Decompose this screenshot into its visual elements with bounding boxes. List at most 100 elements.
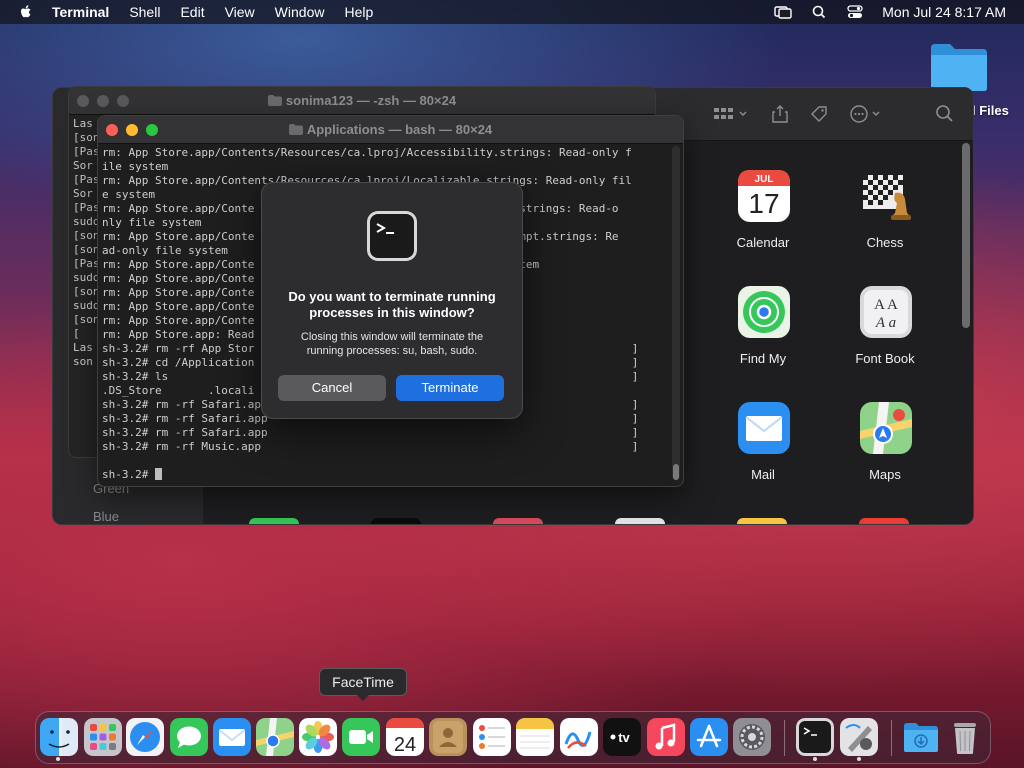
- window-title: Applications — bash — 80×24: [98, 122, 683, 137]
- terminal-line: ile system: [102, 160, 169, 173]
- desktop-folder-label[interactable]: l Files: [972, 103, 1009, 118]
- svg-text:A a: A a: [875, 315, 896, 331]
- window-title: sonima123 — -zsh — 80×24: [69, 93, 655, 108]
- music-dock-icon[interactable]: [647, 718, 685, 756]
- maps-app-icon[interactable]: [859, 401, 913, 455]
- terminal-scrollbar-track[interactable]: [672, 146, 680, 480]
- notes-dock-icon[interactable]: [516, 718, 554, 756]
- cancel-button[interactable]: Cancel: [278, 375, 386, 401]
- terminal-titlebar[interactable]: sonima123 — -zsh — 80×24: [69, 87, 655, 115]
- partial-app-icon[interactable]: [615, 518, 665, 524]
- launchpad-dock-icon[interactable]: [84, 718, 122, 756]
- terminal-cursor: [154, 468, 162, 480]
- terminal-line: [son: [73, 229, 100, 242]
- more-actions-icon[interactable]: [849, 104, 885, 124]
- downloads-folder-dock-icon[interactable]: [902, 718, 940, 756]
- menu-edit[interactable]: Edit: [180, 4, 204, 20]
- chess-app-icon[interactable]: [859, 169, 913, 223]
- app-label-find-my[interactable]: Find My: [703, 351, 823, 366]
- contacts-dock-icon[interactable]: [429, 718, 467, 756]
- terminal-line: [son: [73, 243, 100, 256]
- terminal-line: [Pas: [73, 145, 100, 158]
- messages-dock-icon[interactable]: [170, 718, 208, 756]
- dock-separator: [891, 720, 892, 756]
- calendar-app-icon[interactable]: JUL 17: [737, 169, 791, 223]
- search-icon[interactable]: [935, 104, 955, 124]
- terminal-line: sudo: [73, 215, 100, 228]
- mail-dock-icon[interactable]: [213, 718, 251, 756]
- safari-dock-icon[interactable]: [126, 718, 164, 756]
- partial-app-icon[interactable]: [493, 518, 543, 524]
- system-settings-dock-icon[interactable]: [733, 718, 771, 756]
- tag-icon[interactable]: [809, 104, 829, 124]
- app-store-dock-icon[interactable]: [690, 718, 728, 756]
- partial-app-icon[interactable]: [737, 518, 787, 524]
- dock: 24 tv: [35, 711, 991, 764]
- font-book-app-icon[interactable]: A A A a: [859, 285, 913, 339]
- calendar-dock-icon[interactable]: 24: [386, 718, 424, 756]
- spotlight-search-icon[interactable]: [810, 5, 828, 19]
- apple-tv-label: tv: [618, 730, 630, 745]
- menu-view[interactable]: View: [225, 4, 255, 20]
- screen-mirroring-icon[interactable]: [774, 5, 792, 19]
- dock-tooltip: FaceTime: [319, 668, 407, 701]
- terminal-line: sudo: [73, 299, 100, 312]
- apple-tv-dock-icon[interactable]: tv: [603, 718, 641, 756]
- menu-window[interactable]: Window: [275, 4, 325, 20]
- partial-app-icon[interactable]: [859, 518, 909, 524]
- terminate-button[interactable]: Terminate: [396, 375, 504, 401]
- calendar-dock-day: 24: [394, 734, 416, 756]
- dock-separator: [784, 720, 785, 756]
- sidebar-tag-blue[interactable]: Blue: [93, 509, 119, 524]
- terminal-line: [Pas: [73, 257, 100, 270]
- terminal-dock-icon[interactable]: [796, 718, 834, 756]
- photos-dock-icon[interactable]: [299, 718, 337, 756]
- terminal-line: [Pas: [73, 201, 100, 214]
- freeform-dock-icon[interactable]: [560, 718, 598, 756]
- terminal-output[interactable]: Las [son [Pas Sor [Pas Sor [Pas sudo [son [son [Pa…: [73, 117, 100, 369]
- app-label-mail[interactable]: Mail: [703, 467, 823, 482]
- mail-app-icon[interactable]: [737, 401, 791, 455]
- terminal-line: [: [73, 327, 87, 340]
- terminal-prompt-line[interactable]: sh-3.2#: [102, 468, 162, 482]
- partial-app-icon[interactable]: [249, 518, 299, 524]
- app-label-maps[interactable]: Maps: [825, 467, 945, 482]
- dialog-message: Closing this window will terminate the r…: [300, 331, 484, 357]
- menu-clock[interactable]: Mon Jul 24 8:17 AM: [882, 4, 1006, 20]
- terminal-scrollbar-thumb[interactable]: [673, 464, 679, 480]
- finder-dock-icon[interactable]: [40, 718, 78, 756]
- view-options-icon[interactable]: [713, 106, 749, 122]
- calendar-day: 17: [748, 188, 779, 219]
- find-my-app-icon[interactable]: [737, 285, 791, 339]
- terminal-line: [son: [73, 285, 100, 298]
- terminal-line: Las: [73, 117, 93, 130]
- folder-icon: [267, 95, 282, 106]
- app-label-font-book[interactable]: Font Book: [825, 351, 945, 366]
- share-icon[interactable]: [771, 104, 789, 124]
- dock-running-indicator: [813, 757, 817, 761]
- menu-bar: Terminal Shell Edit View Window Help Mon…: [0, 0, 1024, 24]
- maps-dock-icon[interactable]: [256, 718, 294, 756]
- dialog-title: Do you want to terminate running process…: [288, 289, 496, 320]
- app-label-chess[interactable]: Chess: [825, 235, 945, 250]
- apple-menu-icon[interactable]: [18, 4, 34, 20]
- menu-shell[interactable]: Shell: [129, 4, 160, 20]
- script-editor-dock-icon[interactable]: [840, 718, 878, 756]
- trash-dock-icon[interactable]: [946, 718, 984, 756]
- terminate-processes-dialog: Do you want to terminate running process…: [261, 182, 523, 419]
- partial-app-icon[interactable]: [371, 518, 421, 524]
- terminal-line: [son: [73, 313, 100, 326]
- desktop-folder-icon[interactable]: [928, 38, 990, 94]
- terminal-line: Sor: [73, 159, 93, 172]
- app-label-calendar[interactable]: Calendar: [703, 235, 823, 250]
- menu-help[interactable]: Help: [344, 4, 373, 20]
- control-center-icon[interactable]: [846, 5, 864, 19]
- finder-scrollbar[interactable]: [962, 143, 970, 328]
- terminal-line: Sor: [73, 187, 93, 200]
- terminal-titlebar[interactable]: Applications — bash — 80×24: [98, 116, 683, 144]
- terminal-line: sudo: [73, 271, 100, 284]
- menu-app-terminal[interactable]: Terminal: [52, 4, 109, 20]
- reminders-dock-icon[interactable]: [473, 718, 511, 756]
- terminal-line: rm: App Store.app/Contents/Resources/ca.…: [102, 146, 632, 159]
- facetime-dock-icon[interactable]: [342, 718, 380, 756]
